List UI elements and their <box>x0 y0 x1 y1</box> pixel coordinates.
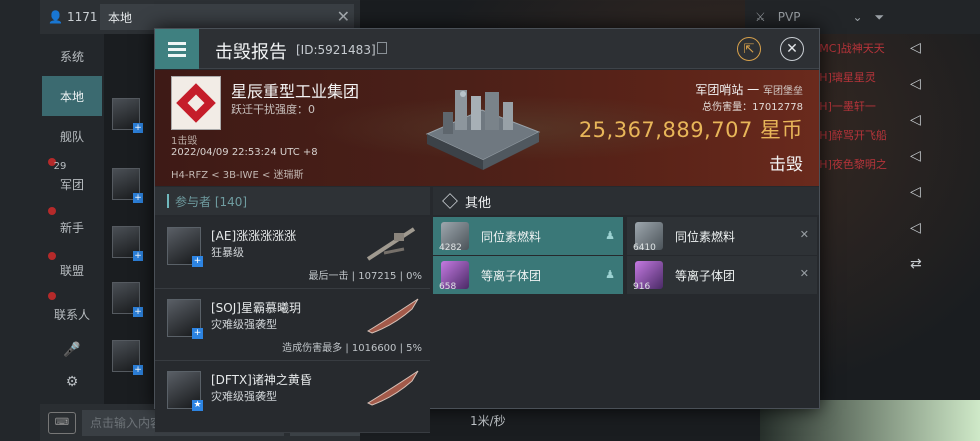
chat-avatar[interactable]: + <box>112 340 143 375</box>
ship-icon: ◁ <box>910 184 921 200</box>
isk-value: 25,367,889,707 星币 <box>578 118 803 142</box>
cube-icon <box>442 193 458 209</box>
pvp-filter[interactable]: PVP <box>778 10 801 24</box>
ship-type: 灾难级强袭型 <box>211 318 277 331</box>
pilot-name: [DFTX]诸神之黄昏 <box>211 373 312 387</box>
filter-icon[interactable]: ⏷ <box>875 10 885 25</box>
kill-count: 1击毁 <box>171 136 198 147</box>
pilot-avatar[interactable]: + <box>167 299 203 339</box>
close-icon: ✕ <box>799 228 809 241</box>
ship-image <box>366 298 419 334</box>
item-quantity: 916 <box>633 282 651 292</box>
damage-stat: 最后一击 | 107215 | 0% <box>308 271 423 282</box>
overview-entry[interactable]: [H]醉骂开飞船 <box>815 127 905 156</box>
menu-icon[interactable] <box>155 29 199 69</box>
participant-row[interactable]: + [SOJ]星霸慕曦玥 灾难级强袭型 造成伤害最多 | 1016600 | 5… <box>155 289 430 361</box>
channel-corp[interactable]: 军团 <box>42 164 102 204</box>
chevron-down-icon[interactable]: ⌄ <box>852 10 862 24</box>
overview-icons: ◁ ◁ ◁ ◁ ◁ ◁ ⇄ <box>910 40 940 292</box>
close-icon[interactable]: ✕ <box>780 37 804 61</box>
copy-icon[interactable] <box>377 42 387 54</box>
settings-gear-icon[interactable]: ⚙ <box>42 362 102 402</box>
pilot-avatar[interactable]: + <box>167 227 203 267</box>
item-quantity: 4282 <box>439 243 462 253</box>
corp-logo[interactable] <box>171 76 221 130</box>
loot-item[interactable]: 658 等离子体团 ♟ <box>433 256 623 294</box>
loot-item[interactable]: 6410 同位素燃料 ✕ <box>627 217 817 255</box>
channel-newbie[interactable]: 新手 <box>42 207 102 247</box>
ship-icon: ◁ <box>910 148 921 164</box>
victim-banner: 星辰重型工业集团 跃迁干扰强度：0 1击毁 2022/04/09 22:53:2… <box>155 70 819 186</box>
chat-avatar[interactable]: + <box>112 168 143 203</box>
keyboard-icon[interactable]: ⌨ <box>48 411 76 434</box>
report-id: [ID:5921483] <box>296 43 376 57</box>
chat-avatar[interactable]: + <box>112 226 143 261</box>
total-damage: 总伤害量：17012778 <box>702 102 803 113</box>
warp-interference: 跃迁干扰强度：0 <box>231 103 315 116</box>
channel-alliance[interactable]: 联盟 <box>42 250 102 290</box>
item-name: 同位素燃料 <box>675 229 736 244</box>
dialog-title: 击毁报告 <box>215 42 287 63</box>
user-count: 👤 1171 <box>48 10 98 24</box>
item-name: 同位素燃料 <box>481 229 542 244</box>
damage-stat: 造成伤害最多 | 1016600 | 5% <box>282 343 422 354</box>
loot-item[interactable]: 916 等离子体团 ✕ <box>627 256 817 294</box>
swap-icon[interactable]: ⇄ <box>910 256 940 292</box>
overview-list: [MC]战神天天 [H]璃星星灵 [H]一墨轩一 [H]醉骂开飞船 [H]夜色黎… <box>815 40 905 185</box>
kill-datetime: 2022/04/09 22:53:24 UTC +8 <box>171 147 318 158</box>
plus-icon: + <box>133 307 143 317</box>
plus-icon: + <box>133 193 143 203</box>
plus-icon: + <box>133 123 143 133</box>
kill-report-dialog: 击毁报告 [ID:5921483] ⇱ ✕ 星辰重型工业集团 跃迁干扰强度：0 … <box>154 28 820 433</box>
overview-entry[interactable]: [H]夜色黎明之 <box>815 156 905 185</box>
pilot-name: [SOJ]星霸慕曦玥 <box>211 301 301 315</box>
pilot-avatar[interactable]: ★ <box>167 371 203 411</box>
participants-header: 参与者 [140] <box>155 187 430 215</box>
pilot-name: [AE]涨涨涨涨涨 <box>211 229 297 243</box>
chat-avatar[interactable]: + <box>112 98 143 133</box>
ship-icon: ◁ <box>910 40 921 56</box>
person-icon: ♟ <box>605 229 615 242</box>
ship-icon: ◁ <box>910 76 921 92</box>
target-type: 军团哨站 一 军团堡垒 <box>695 83 803 97</box>
ship-type: 狂暴级 <box>211 246 244 259</box>
item-quantity: 658 <box>439 282 457 292</box>
speed-readout: 1米/秒 <box>470 414 506 428</box>
user-icon: 👤 <box>48 10 63 24</box>
kill-location[interactable]: H4-RFZ < 3B-IWE < 迷瑞斯 <box>171 166 304 181</box>
overview-entry[interactable]: [MC]战神天天 <box>815 40 905 69</box>
kill-status: 击毁 <box>769 155 803 175</box>
ship-image <box>366 370 419 406</box>
ship-icon: ◁ <box>910 220 921 236</box>
ship-type: 灾难级强袭型 <box>211 390 277 403</box>
channel-contacts[interactable]: 联系人 <box>42 294 102 334</box>
corp-name[interactable]: 星辰重型工业集团 <box>231 78 359 102</box>
person-icon: ♟ <box>605 268 615 281</box>
crossed-swords-icon[interactable]: ⚔ <box>755 10 766 24</box>
chat-avatar[interactable]: + <box>112 282 143 317</box>
participant-row[interactable]: ★ [DFTX]诸神之黄昏 灾难级强袭型 <box>155 361 430 433</box>
channel-fleet[interactable]: 舰队 <box>42 116 102 156</box>
overview-entry[interactable]: [H]一墨轩一 <box>815 98 905 127</box>
share-icon[interactable]: ⇱ <box>737 37 761 61</box>
dialog-header: 击毁报告 [ID:5921483] ⇱ ✕ <box>155 29 819 69</box>
plus-icon: + <box>133 251 143 261</box>
loot-item[interactable]: 4282 同位素燃料 ♟ <box>433 217 623 255</box>
channel-local[interactable]: 本地 <box>42 76 102 116</box>
participant-row[interactable]: + [AE]涨涨涨涨涨 狂暴级 最后一击 | 107215 | 0% <box>155 217 430 289</box>
ship-image <box>366 227 416 261</box>
close-chat-icon[interactable]: ✕ <box>337 7 350 26</box>
item-quantity: 6410 <box>633 243 656 253</box>
other-items-header: 其他 <box>433 187 819 215</box>
channel-system[interactable]: 系统 <box>42 36 102 76</box>
ship-icon: ◁ <box>910 112 921 128</box>
plus-icon: + <box>133 365 143 375</box>
item-name: 等离子体团 <box>675 268 736 283</box>
structure-image <box>425 90 541 170</box>
item-name: 等离子体团 <box>481 268 542 283</box>
participants-list: + [AE]涨涨涨涨涨 狂暴级 最后一击 | 107215 | 0% + [SO… <box>155 217 430 433</box>
overview-entry[interactable]: [H]璃星星灵 <box>815 69 905 98</box>
channel-name: 本地 <box>100 4 354 30</box>
close-icon: ✕ <box>799 267 809 280</box>
